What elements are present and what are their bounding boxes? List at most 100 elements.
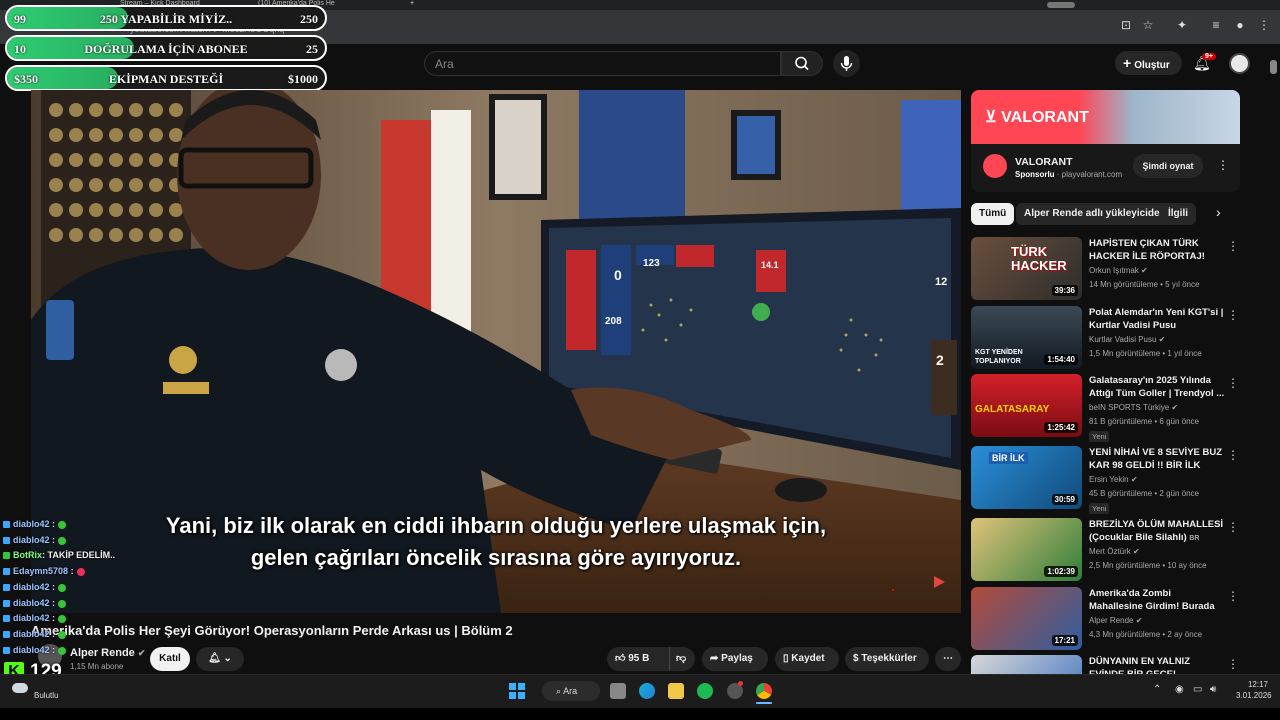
more-vertical-icon[interactable]: ⋮ xyxy=(1227,239,1239,253)
thumbnail-text: BİR İLK xyxy=(989,452,1028,464)
chrome-browser-icon[interactable] xyxy=(756,683,772,699)
ad-sponsored-label: Sponsorlu xyxy=(1015,170,1055,179)
chat-text: : TAKİP EDELİM.. xyxy=(42,550,116,560)
ad-cta-button[interactable]: Şimdi oynat xyxy=(1133,154,1203,178)
user-badge-icon xyxy=(3,584,10,592)
ad-brand-name: VALORANT xyxy=(1015,156,1073,168)
clock-time: 12:17 xyxy=(1247,680,1268,689)
taskbar-search[interactable]: ⌕ Ara xyxy=(542,681,600,701)
cloud-weather-icon xyxy=(12,683,28,693)
bell-icon: 🔔︎ xyxy=(208,653,221,664)
more-vertical-icon[interactable]: ⋮ xyxy=(1227,376,1239,390)
task-view-icon[interactable] xyxy=(610,683,626,699)
more-vertical-icon[interactable]: ⋮ xyxy=(1227,657,1239,671)
bookmark-star-icon[interactable]: ☆ xyxy=(1140,18,1156,32)
video-title: BREZİLYA ÖLÜM MAHALLESİ (Çocuklar Bile S… xyxy=(1089,519,1224,543)
chat-message: diablo42 : xyxy=(3,613,67,623)
screen-calls-value: 123 xyxy=(643,258,660,269)
taskbar-clock[interactable]: 12:17 3.01.2026 xyxy=(1236,680,1272,700)
goal-label: DOĞRULAMA İÇİN ABONEE xyxy=(84,42,248,56)
subscribe-bell-button[interactable]: 🔔︎ ⌄ xyxy=(196,647,244,671)
chat-message: diablo42 : xyxy=(3,582,67,592)
dislike-button[interactable]: 👎︎ xyxy=(669,647,686,671)
more-vertical-icon[interactable]: ⋮ xyxy=(1227,308,1239,322)
chip-related[interactable]: İlgili xyxy=(1160,203,1196,225)
super-thanks-icon: $ xyxy=(853,653,859,664)
video-title: Galatasaray'ın 2025 Yılında Attığı Tüm G… xyxy=(1089,375,1225,399)
sponsored-ad-card[interactable]: ⊻ VALORANT VALORANT Sponsorlu · playvalo… xyxy=(971,90,1240,192)
window-drag-handle[interactable] xyxy=(1047,2,1075,8)
recommendation-item[interactable]: 1:02:39 BREZİLYA ÖLÜM MAHALLESİ (Çocukla… xyxy=(971,518,1253,582)
recommendation-item[interactable]: DÜNYANIN EN YALNIZ EVİNDE BİR GECE! ⋮ xyxy=(971,655,1253,674)
video-duration: 1:54:40 xyxy=(1044,354,1078,365)
chat-text: : xyxy=(52,535,56,545)
more-vertical-icon[interactable]: ⋮ xyxy=(1227,520,1239,534)
network-icon[interactable]: ▭ xyxy=(1193,684,1202,695)
chat-message: diablo42 : xyxy=(3,645,67,655)
video-meta: 1,5 Mn görüntüleme • 1 yıl önce xyxy=(1089,349,1202,358)
recommendation-item[interactable]: GALATASARAY 1:25:42 Galatasaray'ın 2025 … xyxy=(971,374,1253,442)
notification-count-badge: 9+ xyxy=(1202,53,1216,60)
more-vertical-icon[interactable]: ⋮ xyxy=(1227,448,1239,462)
volume-icon[interactable]: 🔊︎ xyxy=(1210,684,1216,695)
recommendation-item[interactable]: KGT YENİDEN TOPLANIYOR 1:54:40 Polat Ale… xyxy=(971,306,1253,370)
video-thumbnail: TÜRK HACKER 39:36 xyxy=(971,237,1082,300)
like-button[interactable]: 👍︎ 95 B xyxy=(615,647,649,671)
chrome-menu-icon[interactable]: ⋮ xyxy=(1256,18,1272,32)
edge-browser-icon[interactable] xyxy=(639,683,655,699)
ad-domain: playvalorant.com xyxy=(1061,170,1123,179)
video-title: Polat Alemdar'ın Yeni KGT'si | Kurtlar V… xyxy=(1089,307,1224,331)
discord-tray-icon[interactable]: ◉ xyxy=(1175,684,1184,695)
channel-watermark-icon[interactable] xyxy=(931,574,947,590)
more-actions-button[interactable]: ⋯ xyxy=(935,647,961,671)
file-explorer-icon[interactable] xyxy=(668,683,684,699)
recommendation-item[interactable]: TÜRK HACKER 39:36 HAPİSTEN ÇIKAN TÜRK HA… xyxy=(971,237,1253,301)
video-title: HAPİSTEN ÇIKAN TÜRK HACKER İLE RÖPORTAJ! xyxy=(1089,238,1205,262)
chip-all[interactable]: Tümü xyxy=(971,203,1015,225)
recommendation-item[interactable]: BİR İLK 30:59 YENİ NİHAİ VE 8 SEVİYE BUZ… xyxy=(971,446,1253,514)
thanks-button[interactable]: $ Teşekkürler xyxy=(845,647,929,671)
share-button[interactable]: ➦ Paylaş xyxy=(702,647,768,671)
page-scrollbar[interactable] xyxy=(1270,52,1277,672)
chip-from-uploader[interactable]: Alper Rende adlı yükleyiciden xyxy=(1016,203,1174,225)
chevron-down-icon: ⌄ xyxy=(223,653,232,664)
extensions-icon[interactable]: ✦ xyxy=(1174,18,1190,32)
subtitle-line-1: Yani, biz ilk olarak en ciddi ihbarın ol… xyxy=(165,513,827,538)
create-button[interactable]: + Oluştur xyxy=(1115,51,1182,75)
user-badge-icon xyxy=(3,521,10,529)
save-button[interactable]: ▯ Kaydet xyxy=(775,647,839,671)
video-duration: 39:36 xyxy=(1051,285,1078,296)
scrollbar-thumb[interactable] xyxy=(1270,60,1277,74)
account-avatar[interactable] xyxy=(1229,53,1250,74)
chat-username: diablo42 xyxy=(13,613,50,623)
voice-search-button[interactable] xyxy=(833,50,860,77)
chip-label: Tümü xyxy=(979,208,1007,219)
new-tab-button[interactable]: + xyxy=(410,0,420,10)
more-vertical-icon[interactable]: ⋮ xyxy=(1227,589,1239,603)
weather-label[interactable]: Bulutlu xyxy=(34,691,58,700)
search-button[interactable] xyxy=(781,51,823,76)
recommendation-item[interactable]: 17:21 Amerika'da Zombi Mahallesine Girdi… xyxy=(971,587,1253,651)
join-label: Katıl xyxy=(159,653,181,664)
search-input[interactable]: Ara xyxy=(424,51,781,76)
join-button[interactable]: Katıl xyxy=(150,647,190,671)
spotify-icon[interactable] xyxy=(697,683,713,699)
channel-name: beIN SPORTS Türkiye xyxy=(1089,403,1170,412)
chevron-up-icon[interactable]: ⌃ xyxy=(1153,684,1161,695)
chevron-right-icon[interactable]: › xyxy=(1216,204,1221,220)
goal-bar-equipment: $350 EKİPMAN DESTEĞİ $1000 xyxy=(5,65,327,91)
channel-name[interactable]: Alper Rende ✔ xyxy=(70,647,145,659)
ad-more-icon[interactable]: ⋮ xyxy=(1217,158,1229,172)
thumbnail-text: GALATASARAY xyxy=(975,404,1050,415)
chat-text: : xyxy=(52,645,56,655)
video-meta: 14 Mn görüntüleme • 5 yıl önce xyxy=(1089,280,1200,289)
windows-start-icon[interactable] xyxy=(509,683,525,699)
goal-target: 25 xyxy=(306,42,318,56)
chat-username: BotRix xyxy=(13,550,42,560)
profile-icon[interactable]: ● xyxy=(1232,18,1248,32)
reading-list-icon[interactable]: ≡ xyxy=(1208,18,1224,32)
subtitle-line-2: gelen çağrıları öncelik sırasına göre ay… xyxy=(250,545,742,570)
install-app-icon[interactable]: ⊡ xyxy=(1118,18,1134,32)
chat-text: : xyxy=(52,629,56,639)
chat-username: diablo42 xyxy=(13,519,50,529)
